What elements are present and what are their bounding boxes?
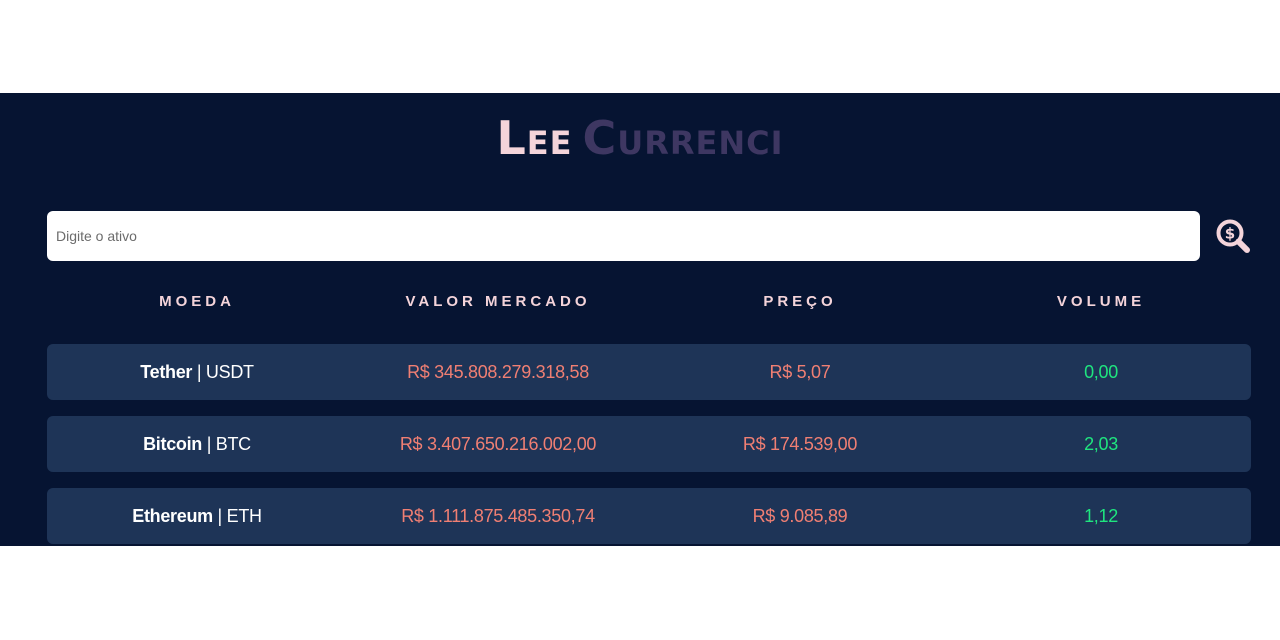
table-row[interactable]: Tether | USDT R$ 345.808.279.318,58 R$ 5… [47,344,1251,400]
market-value: R$ 3.407.650.216.002,00 [399,433,597,454]
price: R$ 9.085,89 [752,505,848,526]
coin-cell: Ethereum | ETH [47,506,347,527]
coin-symbol: BTC [215,433,251,454]
logo-part-2: Currenci [582,111,784,165]
header-price: PREÇO [763,293,837,310]
search-button[interactable]: $ [1214,218,1254,256]
asset-search-input[interactable] [47,211,1200,261]
market-value: R$ 345.808.279.318,58 [407,361,589,382]
table-header: MOEDA VALOR MERCADO PREÇO VOLUME [47,293,1251,313]
coin-separator: | [202,433,216,454]
coin-symbol: USDT [205,361,254,382]
coin-name: Tether [140,361,193,382]
coin-cell: Bitcoin | BTC [47,434,347,455]
coin-cell: Tether | USDT [47,362,347,383]
table-row[interactable]: Ethereum | ETH R$ 1.111.875.485.350,74 R… [47,488,1251,544]
coin-symbol: ETH [226,505,262,526]
market-value: R$ 1.111.875.485.350,74 [401,505,595,526]
coin-name: Ethereum [132,505,213,526]
search-dollar-icon: $ [1216,219,1250,253]
volume: 2,03 [1084,433,1118,454]
volume: 0,00 [1084,361,1118,382]
header-market-value: VALOR MERCADO [405,293,591,310]
svg-text:$: $ [1225,225,1235,243]
header-coin: MOEDA [159,293,235,310]
price: R$ 174.539,00 [742,433,858,454]
table-row[interactable]: Bitcoin | BTC R$ 3.407.650.216.002,00 R$… [47,416,1251,472]
price: R$ 5,07 [769,361,831,382]
app-logo: Lee Currenci [0,111,1280,165]
app-container: LeeCurrenci $ MOEDA VALOR MERCADO PREÇO … [0,93,1280,546]
coin-separator: | [212,505,227,526]
coin-name: Bitcoin [143,433,202,454]
logo-part-1: Lee [496,111,573,165]
header-volume: VOLUME [1056,293,1146,310]
coin-separator: | [192,361,206,382]
volume: 1,12 [1084,505,1118,526]
